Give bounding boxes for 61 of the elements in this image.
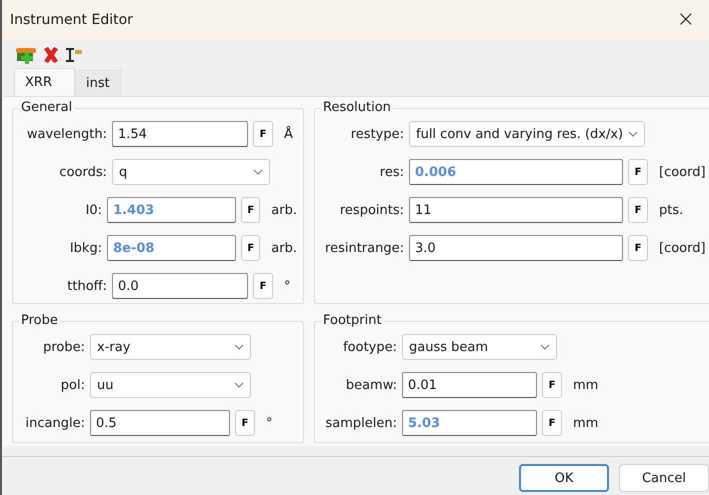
field-label: samplelen: [324,416,397,430]
field-label: pol: [60,378,85,392]
unit-label: mm [573,416,598,430]
field-label: footype: [342,340,397,354]
field-label: res: [378,164,404,180]
unit-label: mm [573,378,598,392]
delete-icon[interactable] [41,46,61,64]
unit-label: [coord] [659,240,706,256]
fit-button[interactable]: F [253,121,273,147]
fit-button[interactable]: F [628,159,648,185]
unit-label: pts. [659,202,684,218]
field-label: beamw: [344,378,397,392]
tab[interactable]: inst [74,70,121,96]
tab[interactable]: XRR [14,68,75,96]
dropdown[interactable]: full conv and varying res. (dx/x) [409,121,645,147]
fit-button[interactable]: F [628,197,648,223]
input-field[interactable]: 0.01 [402,372,537,398]
text-cursor-icon[interactable] [64,46,84,64]
fit-button[interactable]: F [235,410,255,436]
unit-label: ° [266,416,272,430]
close-button[interactable]: × [672,9,699,31]
fit-button[interactable]: F [628,235,648,261]
chevron-icon [628,131,638,137]
chevron-icon [234,344,244,350]
fit-button[interactable]: F [241,235,260,261]
chevron-icon [234,382,244,388]
dialog-button[interactable]: OK [519,464,609,492]
unit-label: ° [284,278,290,294]
field-label: restype: [350,126,404,142]
group-title: Footprint [321,313,384,329]
field-label: probe: [42,340,85,354]
window-title: Instrument Editor [10,12,133,28]
unit-label: Å [284,126,293,142]
field-label: Ibkg: [68,240,102,256]
dropdown[interactable]: uu [90,372,251,398]
dropdown[interactable]: x-ray [90,334,251,360]
field-label: tthoff: [66,278,107,294]
field-label: incangle: [24,416,85,430]
dropdown[interactable]: gauss beam [402,334,557,360]
dialog-button[interactable]: Cancel [619,464,709,492]
field-label: I0: [84,202,102,218]
input-field[interactable]: 1.54 [112,121,248,147]
field-label: coords: [58,164,107,180]
field-label: resintrange: [324,240,404,256]
dropdown[interactable]: q [112,159,270,185]
field-label: respoints: [338,202,404,218]
input-field[interactable]: 0.0 [112,273,248,299]
input-field[interactable]: 0.5 [90,410,230,436]
fit-button[interactable]: F [542,372,562,398]
input-field[interactable]: 3.0 [409,235,623,261]
fit-button[interactable]: F [253,273,273,299]
chevron-icon [540,344,550,350]
chevron-icon [253,169,263,175]
fit-button[interactable]: F [542,410,562,436]
unit-label: [coord] [659,164,706,180]
field-label: wavelength: [26,126,107,142]
fit-button[interactable]: F [241,197,260,223]
unit-label: arb. [271,240,297,256]
add-icon[interactable] [14,46,38,64]
unit-label: arb. [271,202,297,218]
input-field[interactable]: 11 [409,197,623,223]
